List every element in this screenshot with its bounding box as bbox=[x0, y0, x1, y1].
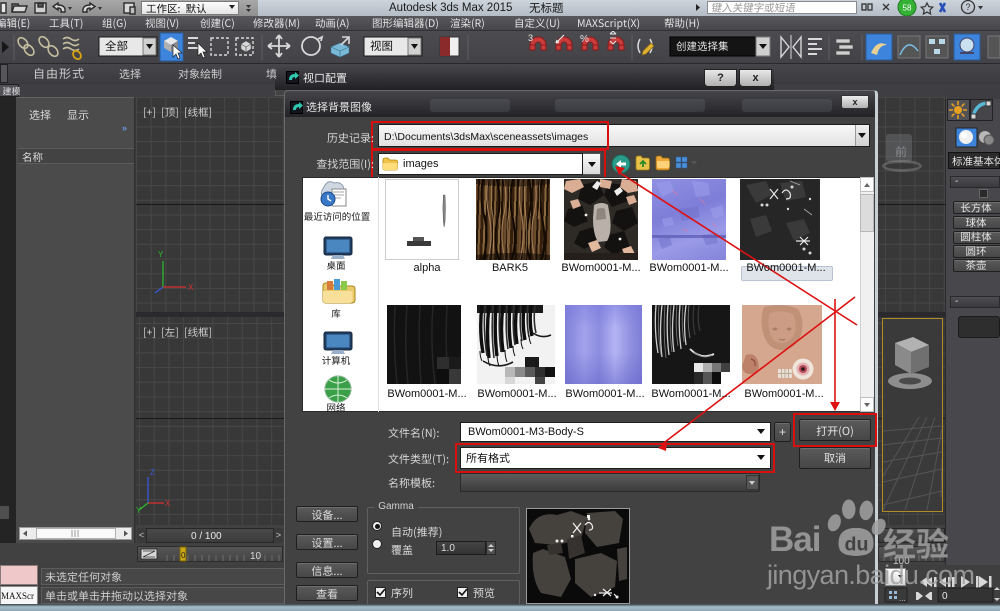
svg-text:Z: Z bbox=[150, 468, 155, 477]
svg-text:du: du bbox=[845, 534, 869, 556]
svg-text:Y: Y bbox=[136, 506, 142, 515]
svg-text:X: X bbox=[165, 499, 171, 508]
svg-text:?: ? bbox=[965, 2, 970, 12]
svg-text:0: 0 bbox=[181, 551, 186, 560]
svg-text:3: 3 bbox=[528, 33, 533, 43]
svg-text:Y: Y bbox=[158, 250, 164, 259]
svg-text:X: X bbox=[188, 283, 194, 292]
svg-text:58: 58 bbox=[903, 4, 912, 13]
svg-text:%: % bbox=[580, 34, 589, 45]
